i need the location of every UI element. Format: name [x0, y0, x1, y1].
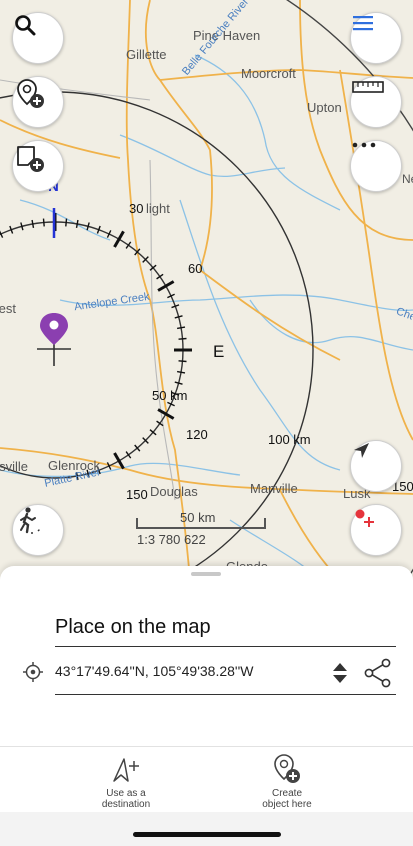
compass-ring	[0, 221, 184, 479]
location-add-icon	[17, 79, 44, 108]
compass-tick	[176, 326, 186, 330]
bearing-label-30: 30	[129, 201, 144, 216]
map-view[interactable]: Gillette Pine Haven Moorcroft Upton Newc…	[0, 0, 413, 580]
compass-east-label: E	[213, 342, 225, 361]
coordinates-row: 43°17'49.64''N, 105°49'38.28''W	[0, 654, 413, 690]
add-map-object-button[interactable]	[12, 140, 64, 192]
search-icon	[15, 15, 36, 36]
home-indicator[interactable]	[133, 832, 281, 837]
more-horizontal-icon	[352, 142, 376, 148]
ring-distance-label: 50 km	[152, 388, 188, 403]
place-label-west: West	[0, 301, 16, 316]
menu-button[interactable]	[350, 12, 402, 64]
hamburger-menu-icon	[353, 16, 373, 31]
coordinates-divider	[55, 694, 396, 695]
coordinate-format-toggle-icon[interactable]	[331, 661, 349, 685]
hiking-route-icon	[20, 507, 41, 534]
title-divider	[55, 646, 396, 647]
add-point-button[interactable]	[350, 504, 402, 556]
create-object-here-button[interactable]: Create object here	[227, 747, 347, 813]
scale-ratio-label: 1:3 780 622	[137, 532, 206, 547]
place-label-upton: Upton	[307, 100, 342, 115]
place-label-evansville: Evansville	[0, 459, 28, 474]
compass-tick	[42, 218, 45, 227]
bearing-label-60: 60	[188, 261, 203, 276]
compass-tick	[113, 230, 125, 248]
place-label-newcastle: Newcastle	[402, 172, 413, 186]
compass-tick	[31, 219, 35, 229]
compass-ticks	[0, 213, 192, 481]
place-label-light: light	[146, 201, 170, 216]
hiking-button[interactable]	[12, 504, 64, 556]
share-icon[interactable]	[362, 657, 394, 689]
sheet-grabber[interactable]	[191, 572, 221, 576]
compass-tick	[178, 337, 187, 340]
map-add-icon	[17, 146, 44, 172]
navigation-add-icon	[113, 758, 139, 782]
create-object-label-line1: Create	[271, 788, 302, 799]
bearing-label-120: 120	[186, 427, 208, 442]
place-title: Place on the map	[55, 616, 211, 638]
location-pin[interactable]	[40, 313, 68, 345]
action-bar: Use as a destination Create object here	[0, 746, 413, 812]
compass-tick	[125, 451, 132, 459]
use-as-destination-label-line1: Use as a	[106, 788, 146, 799]
ruler-icon	[352, 81, 384, 93]
more-button[interactable]	[350, 140, 402, 192]
add-point-icon	[355, 509, 374, 527]
bearing-label-150: 150	[126, 487, 148, 502]
compass-tick	[157, 280, 175, 292]
place-label-douglas: Douglas	[150, 484, 198, 499]
coordinates-text: 43°17'49.64''N, 105°49'38.28''W	[55, 663, 254, 679]
navigate-button[interactable]	[350, 440, 402, 492]
use-as-destination-label-line2: destination	[101, 799, 151, 810]
outer-ring-distance-label: 100 km	[268, 432, 311, 447]
app-root: Gillette Pine Haven Moorcroft Upton Newc…	[0, 0, 413, 846]
location-add-icon	[274, 754, 300, 783]
compass-tick	[176, 370, 186, 374]
search-button[interactable]	[12, 12, 64, 64]
scale-distance-label: 50 km	[180, 510, 216, 525]
compass-tick	[178, 360, 187, 363]
compass-tick	[75, 219, 79, 229]
target-location-icon[interactable]	[22, 661, 44, 683]
create-object-label-line2: object here	[262, 799, 312, 810]
compass-tick	[125, 241, 132, 249]
use-as-destination-button[interactable]: Use as a destination	[66, 747, 186, 813]
compass-tick	[65, 218, 68, 227]
place-label-gillette: Gillette	[126, 47, 167, 62]
compass-tick	[156, 273, 164, 280]
place-label-manville: Manville	[250, 481, 298, 496]
home-indicator-area	[0, 812, 413, 846]
navigation-arrow-icon	[354, 443, 369, 458]
add-place-button[interactable]	[12, 76, 64, 128]
ruler-button[interactable]	[350, 76, 402, 128]
place-label-moorcroft: Moorcroft	[241, 66, 296, 81]
